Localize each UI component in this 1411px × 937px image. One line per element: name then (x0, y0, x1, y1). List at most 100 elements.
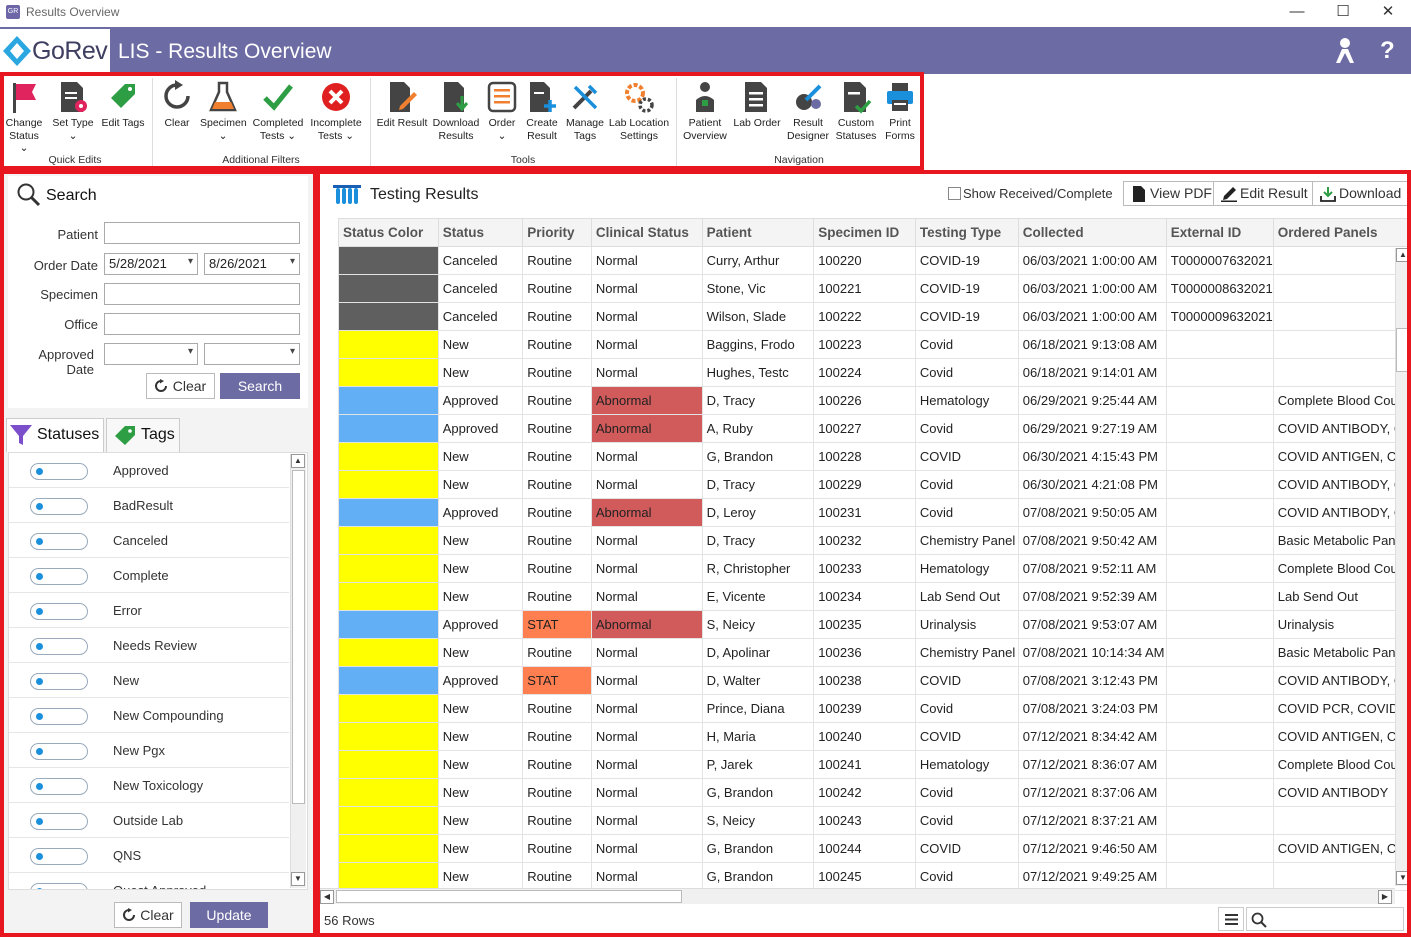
column-header[interactable]: External ID (1165, 218, 1274, 247)
tab-statuses[interactable]: Statuses (6, 418, 104, 452)
status-filter-row[interactable]: New Toxicology (9, 768, 289, 803)
table-row[interactable]: Approved Routine Abnormal D, Tracy 100226 Hem… (338, 386, 1411, 415)
status-toggle-switch[interactable] (30, 463, 88, 480)
scroll-down-arrow[interactable]: ▼ (291, 872, 305, 886)
menu-icon[interactable] (1218, 907, 1244, 931)
specimen-filter-button[interactable]: Specimen ⌄ (200, 80, 247, 142)
grid-horizontal-scrollbar[interactable]: ◀ ▶ (320, 888, 1395, 904)
status-toggle-switch[interactable] (30, 813, 88, 830)
table-row[interactable]: Approved STAT Abnormal S, Neicy 100235 Urinal… (338, 610, 1411, 639)
table-row[interactable]: New Routine Normal D, Tracy 100232 Chemistry … (338, 526, 1411, 555)
table-row[interactable]: Approved Routine Abnormal D, Leroy 100231 Cov… (338, 498, 1411, 527)
status-filter-row[interactable]: Outside Lab (9, 803, 289, 838)
table-row[interactable]: New Routine Normal Baggins, Frodo 100223 Covi… (338, 330, 1411, 359)
completed-tests-button[interactable]: Completed Tests ⌄ (252, 80, 304, 142)
status-toggle-switch[interactable] (30, 638, 88, 655)
status-filter-row[interactable]: Error (9, 593, 289, 628)
status-filter-row[interactable]: Complete (9, 558, 289, 593)
specimen-input[interactable] (104, 283, 300, 305)
table-row[interactable]: New Routine Normal E, Vicente 100234 Lab Send… (338, 582, 1411, 611)
status-toggle-switch[interactable] (30, 568, 88, 585)
update-button[interactable]: Update (190, 902, 268, 928)
scroll-up-arrow[interactable]: ▲ (291, 454, 305, 468)
result-designer-button[interactable]: Result Designer (786, 80, 830, 142)
show-received-checkbox[interactable] (948, 187, 961, 200)
grid-scroll-up-arrow[interactable]: ▲ (1396, 248, 1410, 262)
status-list-scrollbar[interactable]: ▲ ▼ (290, 454, 306, 888)
clear-filters-button[interactable]: Clear (158, 80, 196, 130)
maximize-button[interactable]: ☐ (1320, 0, 1366, 24)
table-row[interactable]: New Routine Normal G, Brandon 100242 Covid 07/… (338, 778, 1411, 807)
search-button[interactable]: Search (220, 373, 300, 399)
search-clear-button[interactable]: Clear (146, 373, 215, 399)
column-header[interactable]: Collected (1017, 218, 1167, 247)
column-header[interactable]: Priority (522, 218, 592, 247)
column-header[interactable]: Status Color (338, 218, 439, 247)
office-input[interactable] (104, 313, 300, 335)
edit-result-ribbon-button[interactable]: Edit Result (374, 80, 430, 130)
status-filter-row[interactable]: Canceled (9, 523, 289, 558)
table-row[interactable]: Canceled Routine Normal Wilson, Slade 100222… (338, 302, 1411, 331)
status-filter-row[interactable]: Needs Review (9, 628, 289, 663)
order-button[interactable]: Order ⌄ (484, 80, 520, 142)
change-status-button[interactable]: Change Status ⌄ (4, 80, 44, 155)
column-header[interactable]: Testing Type (914, 218, 1019, 247)
table-row[interactable]: New Routine Normal Hughes, Testc 100224 Covid… (338, 358, 1411, 387)
table-row[interactable]: New Routine Normal R, Christopher 100233 Hema… (338, 554, 1411, 583)
column-header[interactable]: Specimen ID (813, 218, 916, 247)
order-date-from-picker[interactable]: 5/28/2021 (104, 253, 198, 275)
patient-overview-button[interactable]: Patient Overview (682, 80, 728, 142)
table-row[interactable]: New Routine Normal P, Jarek 100241 Hematology… (338, 750, 1411, 779)
status-filter-row[interactable]: QNS (9, 838, 289, 873)
grid-hscroll-thumb[interactable] (336, 890, 682, 903)
manage-tags-button[interactable]: Manage Tags (564, 80, 606, 142)
table-row[interactable]: New Routine Normal G, Brandon 100245 Covid 07/… (338, 862, 1411, 891)
status-toggle-switch[interactable] (30, 603, 88, 620)
table-row[interactable]: New Routine Normal Prince, Diana 100239 Covid… (338, 694, 1411, 723)
table-row[interactable]: New Routine Normal H, Maria 100240 COVID 07/12… (338, 722, 1411, 751)
grid-search-input[interactable] (1246, 907, 1404, 931)
status-toggle-switch[interactable] (30, 708, 88, 725)
table-row[interactable]: New Routine Normal D, Apolinar 100236 Chemist… (338, 638, 1411, 667)
incomplete-tests-button[interactable]: Incomplete Tests ⌄ (308, 80, 364, 142)
status-filter-row[interactable]: New Compounding (9, 698, 289, 733)
patient-input[interactable] (104, 222, 300, 244)
table-row[interactable]: New Routine Normal D, Tracy 100229 Covid 06/30… (338, 470, 1411, 499)
status-filter-row[interactable]: New (9, 663, 289, 698)
create-result-button[interactable]: Create Result (524, 80, 560, 142)
edit-result-button[interactable]: Edit Result (1213, 181, 1315, 206)
status-toggle-switch[interactable] (30, 673, 88, 690)
download-button[interactable]: Download (1312, 181, 1409, 206)
status-toggle-switch[interactable] (30, 743, 88, 760)
grid-scroll-left-arrow[interactable]: ◀ (320, 890, 334, 904)
status-filter-row[interactable]: BadResult (9, 488, 289, 523)
status-toggle-switch[interactable] (30, 883, 88, 889)
order-date-to-picker[interactable]: 8/26/2021 (204, 253, 300, 275)
status-toggle-switch[interactable] (30, 848, 88, 865)
statuses-clear-button[interactable]: Clear (114, 902, 182, 928)
view-pdf-button[interactable]: View PDF (1123, 181, 1219, 206)
table-row[interactable]: Canceled Routine Normal Curry, Arthur 100220… (338, 246, 1411, 275)
table-row[interactable]: New Routine Normal G, Brandon 100228 COVID 06/… (338, 442, 1411, 471)
table-row[interactable]: New Routine Normal S, Neicy 100243 Covid 07/12… (338, 806, 1411, 835)
status-filter-row[interactable]: Approved (9, 453, 289, 488)
table-row[interactable]: Canceled Routine Normal Stone, Vic 100221 COV… (338, 274, 1411, 303)
lab-location-settings-button[interactable]: Lab Location Settings (608, 80, 670, 142)
approved-date-from-picker[interactable] (104, 343, 198, 365)
table-row[interactable]: Approved STAT Normal D, Walter 100238 COVID 07… (338, 666, 1411, 695)
scroll-thumb[interactable] (292, 470, 305, 804)
status-filter-row[interactable]: New Pgx (9, 733, 289, 768)
lab-order-button[interactable]: Lab Order (732, 80, 782, 130)
column-header[interactable]: Ordered Panels (1272, 218, 1411, 247)
grid-scroll-thumb[interactable] (1396, 328, 1409, 372)
column-header[interactable]: Patient (701, 218, 815, 247)
user-icon[interactable] (1333, 37, 1357, 70)
grid-scroll-down-arrow[interactable]: ▼ (1396, 871, 1410, 885)
grid-scroll-right-arrow[interactable]: ▶ (1378, 890, 1392, 904)
column-header[interactable]: Clinical Status (590, 218, 703, 247)
download-results-button[interactable]: Download Results (432, 80, 480, 142)
print-forms-button[interactable]: Print Forms (882, 80, 918, 142)
status-toggle-switch[interactable] (30, 778, 88, 795)
status-toggle-switch[interactable] (30, 498, 88, 515)
table-row[interactable]: New Routine Normal G, Brandon 100244 COVID 07/… (338, 834, 1411, 863)
